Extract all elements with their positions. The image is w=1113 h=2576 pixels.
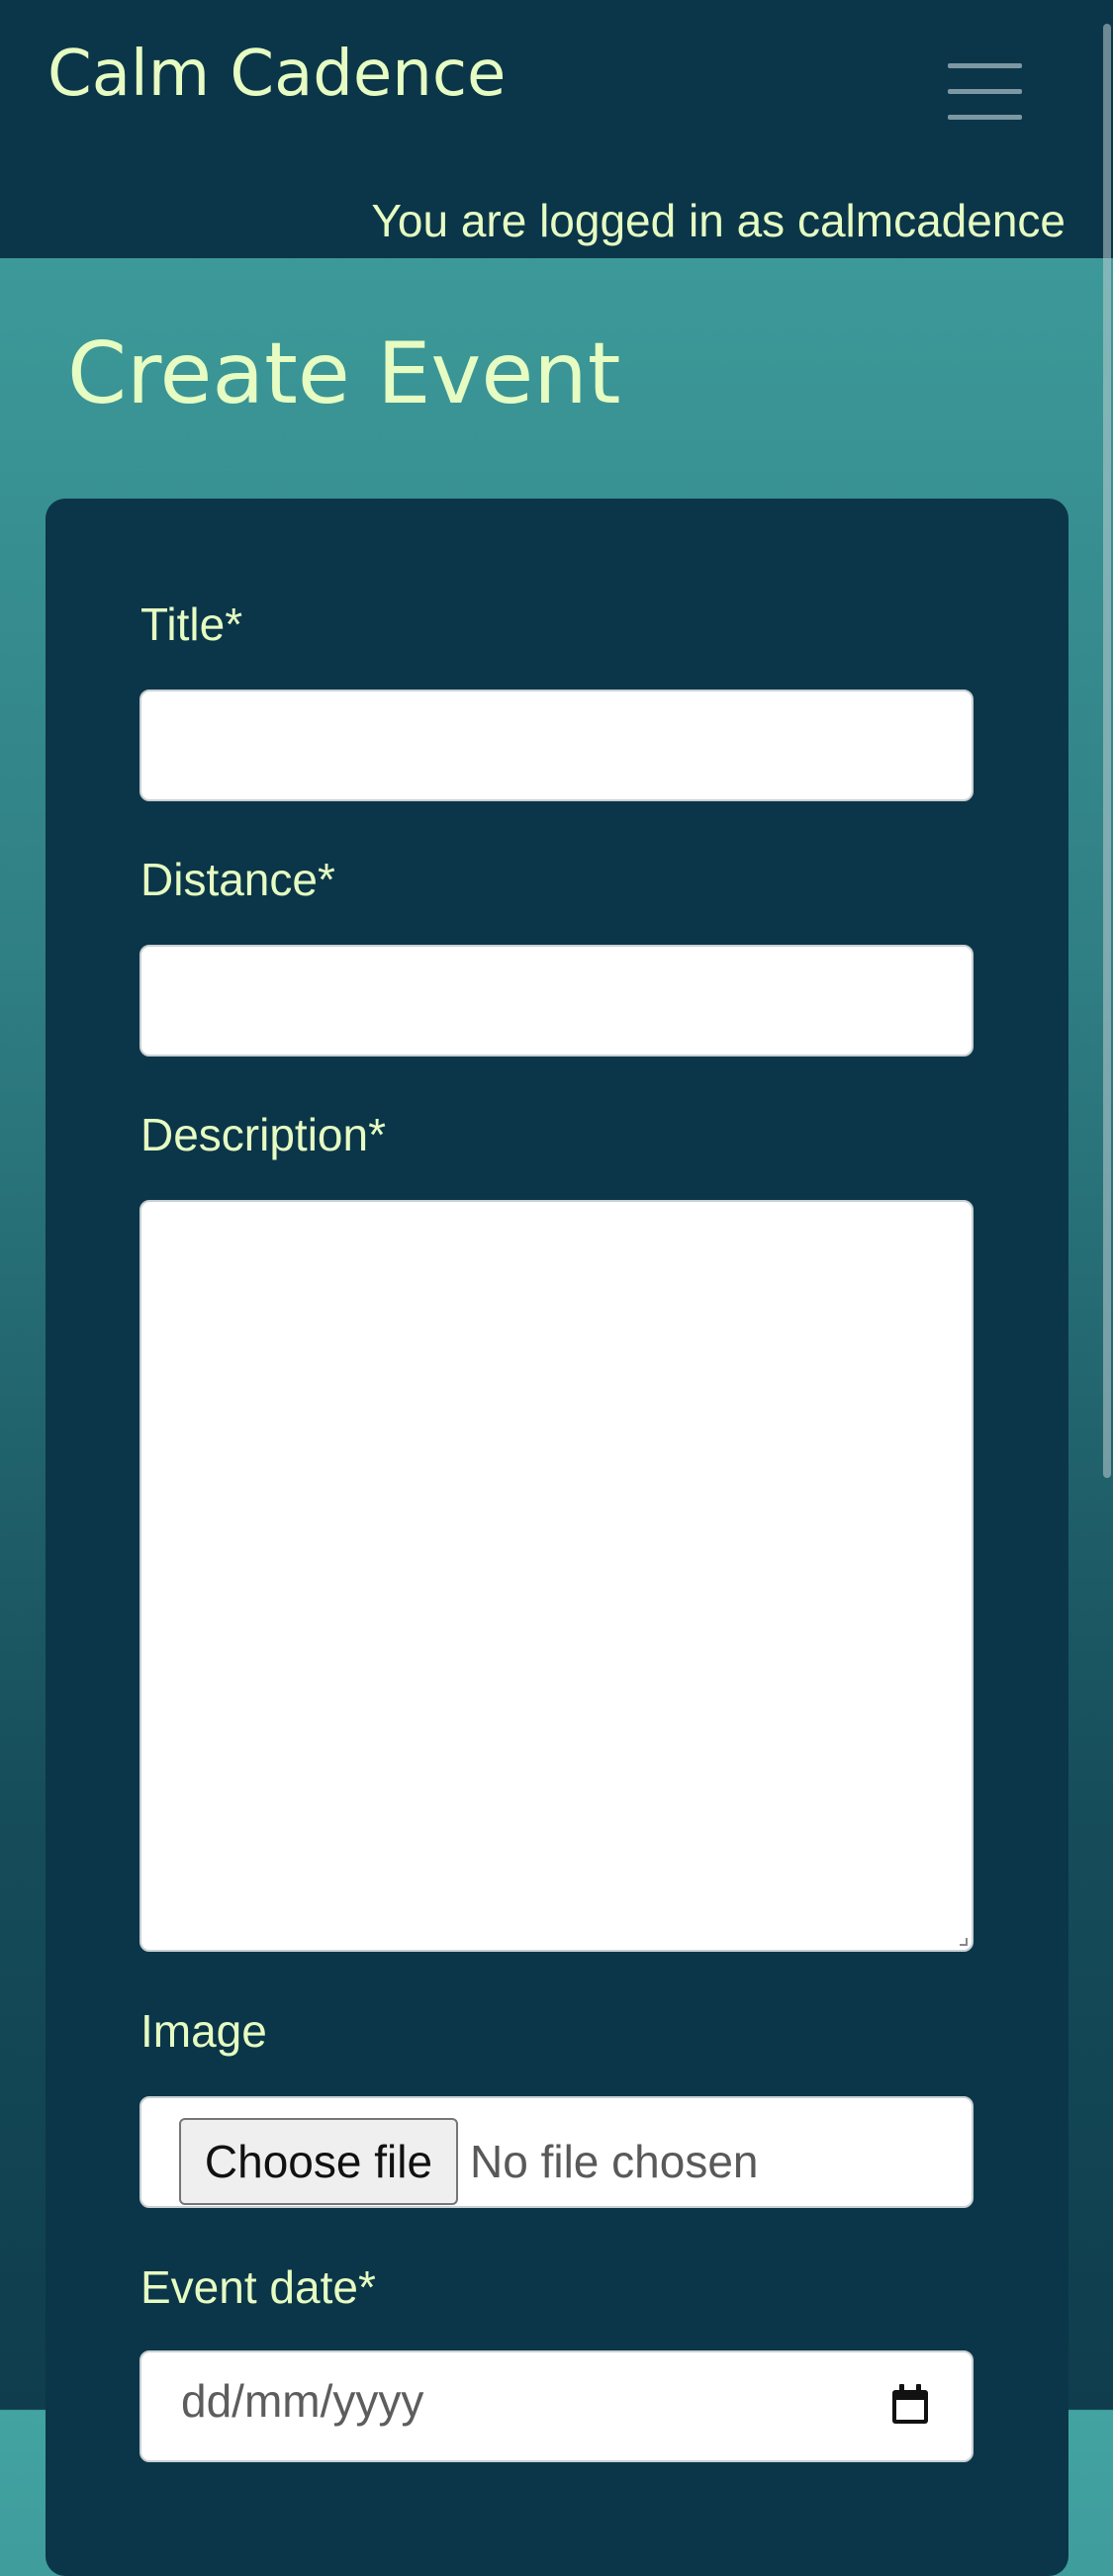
event-date-label: Event date* <box>140 2261 376 2313</box>
description-textarea[interactable] <box>139 1200 974 1952</box>
navbar: Calm Cadence You are logged in as calmca… <box>0 0 1113 258</box>
title-input[interactable] <box>139 690 974 801</box>
page-scrollbar[interactable] <box>1101 0 1113 2410</box>
scrollbar-thumb[interactable] <box>1103 24 1111 1478</box>
event-date-input[interactable]: dd/mm/yyyy <box>139 2350 974 2462</box>
image-label: Image <box>140 2005 267 2057</box>
distance-label: Distance* <box>140 854 335 905</box>
brand-logo-link[interactable]: Calm Cadence <box>47 38 506 111</box>
calendar-icon[interactable] <box>890 2382 930 2426</box>
file-status-text: No file chosen <box>470 2136 759 2187</box>
navbar-toggler-button[interactable] <box>948 63 1022 121</box>
page-title: Create Event <box>67 324 621 423</box>
login-status-text: You are logged in as calmcadence <box>371 195 1066 246</box>
resize-handle-icon[interactable] <box>960 1938 968 1946</box>
title-label: Title* <box>140 598 243 650</box>
image-file-input[interactable]: Choose file No file chosen <box>139 2096 974 2208</box>
description-label: Description* <box>140 1109 386 1160</box>
distance-input[interactable] <box>139 945 974 1057</box>
choose-file-button[interactable]: Choose file <box>179 2118 458 2205</box>
event-date-placeholder: dd/mm/yyyy <box>181 2375 424 2427</box>
